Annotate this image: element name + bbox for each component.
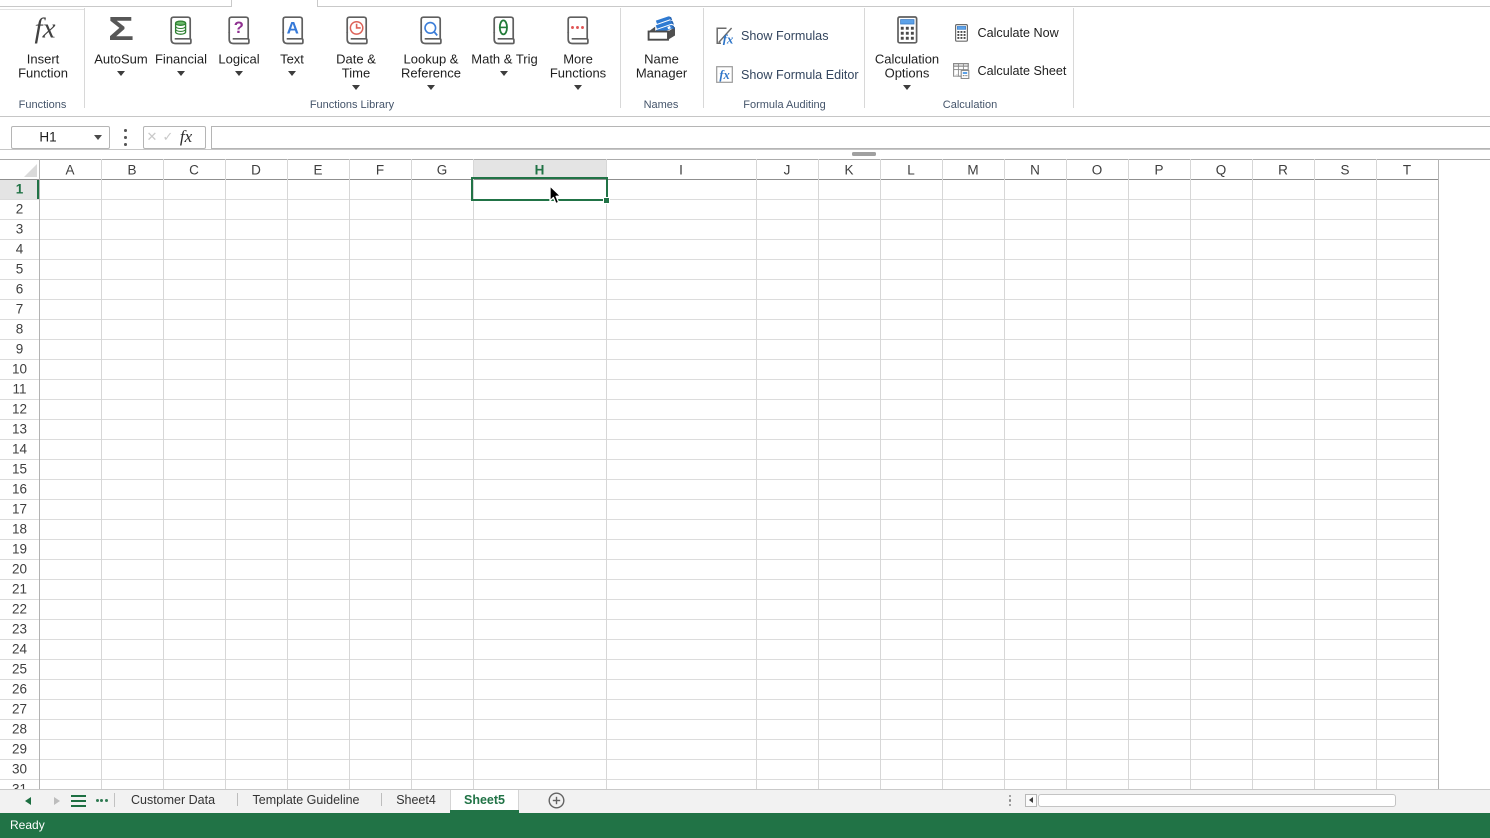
svg-text:?: ?: [234, 19, 244, 37]
svg-text:fx: fx: [723, 32, 734, 45]
svg-text:A: A: [286, 19, 298, 38]
svg-text:fx: fx: [719, 68, 729, 82]
